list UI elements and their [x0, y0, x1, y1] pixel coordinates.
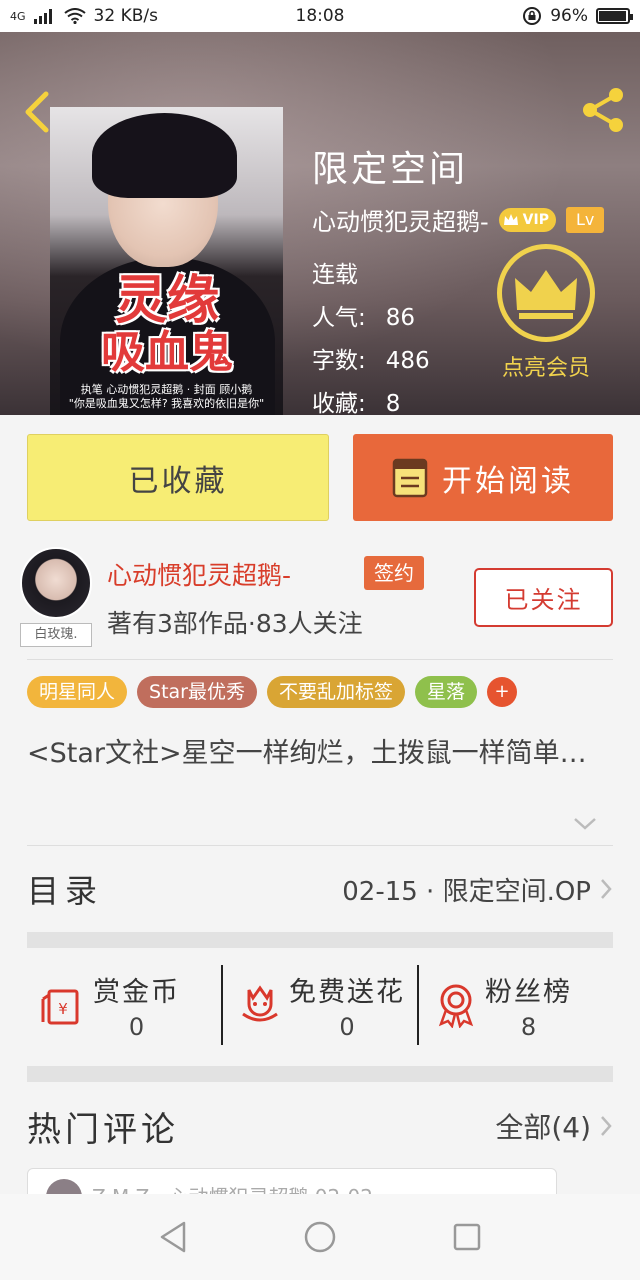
- flower-icon: [242, 985, 278, 1022]
- book-title: 限定空间: [312, 149, 469, 190]
- book-icon: [392, 458, 428, 497]
- member-button[interactable]: 点亮会员: [490, 244, 602, 382]
- fan-ranking-label: 粉丝榜: [485, 976, 572, 1008]
- hot-comments-header: 热门评论 全部(4): [27, 1098, 613, 1154]
- tag-item[interactable]: 星落: [415, 676, 478, 708]
- add-tag-button[interactable]: +: [487, 677, 518, 707]
- back-icon[interactable]: [18, 90, 54, 134]
- red-envelope-icon: ¥: [41, 989, 79, 1025]
- favorites-label: 收藏:: [312, 391, 366, 415]
- reward-coins-value: 0: [128, 1012, 145, 1041]
- chevron-right-icon: [601, 1116, 612, 1136]
- nav-recents-button[interactable]: [447, 1217, 487, 1257]
- popularity-label: 人气:: [312, 305, 366, 331]
- book-status: 连载: [312, 262, 358, 288]
- signal-icon: [33, 9, 52, 24]
- square-recents-icon: [453, 1223, 480, 1251]
- avatar-tag: 白玫瑰.: [20, 623, 92, 647]
- svg-text:¥: ¥: [58, 1000, 68, 1018]
- rotation-lock-icon: [523, 7, 542, 25]
- all-comments-link[interactable]: 全部(4): [495, 1106, 613, 1146]
- wifi-icon: [63, 8, 86, 24]
- start-reading-button[interactable]: 开始阅读: [353, 434, 613, 521]
- author-stats: 著有3部作品·83人关注: [107, 609, 363, 638]
- latest-chapter: 02-15 · 限定空间.OP: [342, 871, 613, 908]
- medal-icon: [438, 984, 474, 1028]
- book-author[interactable]: 心动惯犯灵超鹅-: [312, 202, 489, 237]
- reward-coins-stat[interactable]: ¥ 赏金币 0: [27, 965, 221, 1045]
- reward-stats: ¥ 赏金币 0 免费送花 0 粉丝榜 8: [27, 965, 613, 1045]
- tag-list: 明星同人 Star最优秀 不要乱加标签 星落 +: [27, 676, 518, 708]
- book-author-line: 心动惯犯灵超鹅- VIP Lv: [312, 202, 605, 237]
- start-reading-label: 开始阅读: [442, 463, 574, 499]
- clock: 18:08: [295, 6, 345, 26]
- follow-button[interactable]: 已关注: [474, 568, 613, 627]
- chevron-down-icon[interactable]: [572, 816, 598, 832]
- status-bar: 4G 32 KB/s 18:08 96%: [0, 0, 640, 32]
- signed-badge: 签约: [364, 556, 424, 590]
- tag-item[interactable]: 明星同人: [27, 676, 128, 708]
- book-cover[interactable]: 灵缘 吸血鬼 执笔 心动惯犯灵超鹅 · 封面 顾小鹅 "你是吸血鬼又怎样? 我喜…: [50, 107, 283, 415]
- free-flowers-label: 免费送花: [289, 976, 405, 1008]
- table-of-contents-row[interactable]: 目录 02-15 · 限定空间.OP: [27, 858, 613, 920]
- toc-label: 目录: [27, 872, 104, 910]
- author-avatar[interactable]: [20, 547, 92, 619]
- fan-ranking-value: 8: [520, 1012, 537, 1041]
- nav-back-button[interactable]: [153, 1217, 193, 1257]
- member-label: 点亮会员: [501, 356, 590, 381]
- network-label: 4G: [10, 9, 26, 23]
- section-separator: [27, 1066, 613, 1082]
- member-crown-icon: [515, 270, 577, 319]
- cover-figure-hair: [92, 113, 237, 198]
- hot-comments-title: 热门评论: [27, 1109, 179, 1150]
- battery-percent: 96%: [550, 6, 588, 26]
- cover-subtitle: 执笔 心动惯犯灵超鹅 · 封面 顾小鹅 "你是吸血鬼又怎样? 我喜欢的依旧是你": [68, 383, 265, 410]
- book-description: <Star文社>星空一样绚烂，土拨鼠一样简单…: [27, 738, 587, 769]
- battery-icon: [596, 8, 633, 24]
- popularity-value: 86: [385, 305, 416, 331]
- share-icon[interactable]: [578, 84, 630, 136]
- collected-button[interactable]: 已收藏: [27, 434, 329, 521]
- level-badge: Lv: [565, 206, 605, 233]
- tag-item[interactable]: 不要乱加标签: [266, 676, 405, 708]
- book-header: 灵缘 吸血鬼 执笔 心动惯犯灵超鹅 · 封面 顾小鹅 "你是吸血鬼又怎样? 我喜…: [0, 32, 640, 415]
- chevron-right-icon: [601, 879, 612, 899]
- circle-home-icon: [304, 1221, 336, 1253]
- network-speed: 32 KB/s: [93, 6, 158, 26]
- divider: [27, 659, 613, 660]
- word-count-value: 486: [385, 348, 430, 374]
- fan-ranking-stat[interactable]: 粉丝榜 8: [417, 965, 613, 1045]
- system-nav-bar: [0, 1194, 640, 1280]
- vip-badge: VIP: [498, 207, 556, 232]
- author-name[interactable]: 心动惯犯灵超鹅-: [107, 556, 291, 592]
- reward-coins-label: 赏金币: [93, 976, 180, 1008]
- free-flowers-value: 0: [339, 1012, 355, 1041]
- book-meta: 连载 人气: 86 字数: 486 收藏: 8: [312, 254, 430, 415]
- word-count-label: 字数:: [312, 348, 366, 374]
- triangle-back-icon: [161, 1221, 186, 1253]
- nav-home-button[interactable]: [300, 1217, 340, 1257]
- divider: [27, 845, 613, 846]
- cover-title-art: 灵缘 吸血鬼: [101, 270, 233, 379]
- free-flowers-stat[interactable]: 免费送花 0: [221, 965, 417, 1045]
- section-separator: [27, 932, 613, 948]
- crown-icon: [503, 213, 518, 225]
- tag-item[interactable]: Star最优秀: [137, 676, 257, 708]
- favorites-value: 8: [385, 391, 401, 415]
